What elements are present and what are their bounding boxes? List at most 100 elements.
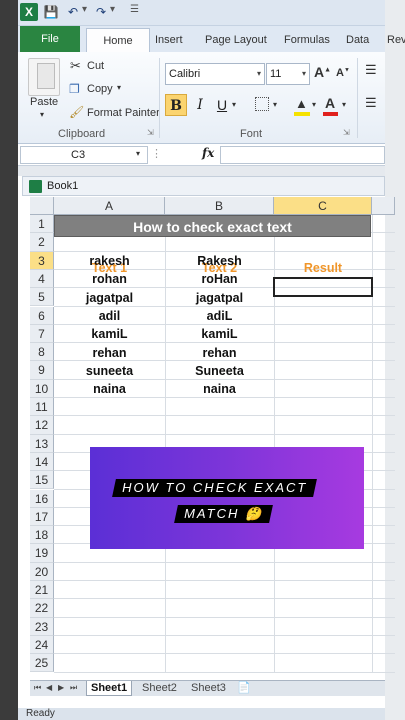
row-header-13[interactable]: 13 xyxy=(30,434,54,453)
row-header-25[interactable]: 25 xyxy=(30,654,54,673)
font-color-dropdown-icon[interactable]: ▾ xyxy=(342,100,346,109)
borders-icon[interactable] xyxy=(255,97,269,111)
row-header-5[interactable]: 5 xyxy=(30,288,54,307)
row-header-23[interactable]: 23 xyxy=(30,617,54,636)
row-header-14[interactable]: 14 xyxy=(30,452,54,472)
row-header-22[interactable]: 22 xyxy=(30,599,54,618)
undo-dropdown-icon[interactable]: ▾ xyxy=(82,4,87,15)
data-cell-b7[interactable]: kamiL xyxy=(165,325,274,343)
fill-color-dropdown-icon[interactable]: ▾ xyxy=(312,100,316,109)
formula-input[interactable] xyxy=(220,146,385,164)
name-box[interactable]: C3 xyxy=(20,146,148,164)
next-sheet-icon[interactable]: ▶ xyxy=(58,683,64,692)
redo-icon[interactable]: ↷ xyxy=(92,3,110,21)
fill-color-icon[interactable]: ▲ xyxy=(295,96,308,111)
data-cell-a6[interactable]: adil xyxy=(54,307,165,325)
row-header-10[interactable]: 10 xyxy=(30,379,54,398)
data-cell-b6[interactable]: adiL xyxy=(165,307,274,325)
borders-dropdown-icon[interactable]: ▾ xyxy=(273,100,277,109)
row-header-18[interactable]: 18 xyxy=(30,526,54,545)
row-header-3[interactable]: 3 xyxy=(30,251,54,270)
grow-font-icon[interactable]: A▲ xyxy=(314,64,331,80)
row-header-11[interactable]: 11 xyxy=(30,398,54,417)
font-launcher-icon[interactable]: ⇲ xyxy=(343,128,350,137)
sheet-tab-3[interactable]: Sheet3 xyxy=(187,681,230,696)
paste-dropdown-icon[interactable]: ▾ xyxy=(40,110,44,119)
data-cell-b3[interactable]: Rakesh xyxy=(165,252,274,270)
redo-dropdown-icon[interactable]: ▾ xyxy=(110,4,115,15)
italic-button[interactable]: I xyxy=(192,94,208,116)
paste-icon[interactable] xyxy=(28,58,60,96)
first-sheet-icon[interactable]: ⏮ xyxy=(34,683,41,693)
row-header-4[interactable]: 4 xyxy=(30,269,54,289)
sheet-tab-2[interactable]: Sheet2 xyxy=(138,681,181,696)
header-result[interactable]: Result xyxy=(274,259,372,277)
tab-formulas[interactable]: Formulas xyxy=(284,28,330,52)
row-header-2[interactable]: 2 xyxy=(30,233,54,252)
paste-button[interactable]: Paste xyxy=(30,96,58,108)
row-header-15[interactable]: 15 xyxy=(30,471,54,490)
data-cell-a3[interactable]: rakesh xyxy=(54,252,165,270)
row-header-21[interactable]: 21 xyxy=(30,581,54,600)
column-header-b[interactable]: B xyxy=(165,197,274,215)
column-header-d[interactable] xyxy=(372,197,395,215)
data-cell-a7[interactable]: kamiL xyxy=(54,325,165,343)
row-header-9[interactable]: 9 xyxy=(30,361,54,380)
data-cell-a8[interactable]: rehan xyxy=(54,344,165,362)
tab-file[interactable]: File xyxy=(20,26,80,52)
data-cell-a5[interactable]: jagatpal xyxy=(54,289,165,307)
row-header-8[interactable]: 8 xyxy=(30,343,54,362)
row-header-20[interactable]: 20 xyxy=(30,562,54,581)
tab-data[interactable]: Data xyxy=(346,28,369,52)
data-cell-b10[interactable]: naina xyxy=(165,380,274,398)
data-cell-a4[interactable]: rohan xyxy=(54,270,165,288)
row-header-1[interactable]: 1 xyxy=(30,215,54,234)
data-cell-b5[interactable]: jagatpal xyxy=(165,289,274,307)
row-header-12[interactable]: 12 xyxy=(30,416,54,435)
sheet-tab-1[interactable]: Sheet1 xyxy=(86,681,133,696)
save-icon[interactable]: 💾 xyxy=(42,3,60,21)
row-header-16[interactable]: 16 xyxy=(30,489,54,508)
customize-qat-icon[interactable]: ☰ xyxy=(130,4,139,15)
name-box-dropdown-icon[interactable]: ▾ xyxy=(136,149,140,158)
insert-sheet-icon[interactable]: 📄 xyxy=(237,681,251,694)
column-header-c[interactable]: C xyxy=(274,197,372,215)
cells-area[interactable]: How to check exact text Text 1 Text 2 Re… xyxy=(54,215,395,673)
active-cell-c3[interactable] xyxy=(273,277,373,297)
underline-dropdown-icon[interactable]: ▾ xyxy=(232,100,236,109)
title-cell[interactable]: How to check exact text xyxy=(54,215,371,237)
font-size-select[interactable]: 11 ▾ xyxy=(266,63,310,85)
format-painter-button[interactable]: Format Painter xyxy=(87,107,160,119)
underline-button[interactable]: U xyxy=(214,94,230,116)
tab-page-layout[interactable]: Page Layout xyxy=(205,28,267,52)
prev-sheet-icon[interactable]: ◀ xyxy=(46,683,52,692)
cut-button[interactable]: Cut xyxy=(87,60,104,72)
select-all-corner[interactable] xyxy=(30,197,54,215)
font-name-select[interactable]: Calibri ▾ xyxy=(165,63,265,85)
bold-button[interactable]: B xyxy=(165,94,187,116)
insert-function-icon[interactable]: fx xyxy=(202,146,214,160)
align-left-icon[interactable]: ☰ xyxy=(365,95,377,111)
copy-button[interactable]: Copy xyxy=(87,83,113,95)
row-header-17[interactable]: 17 xyxy=(30,507,54,527)
clipboard-launcher-icon[interactable]: ⇲ xyxy=(147,128,154,137)
tab-insert[interactable]: Insert xyxy=(155,28,183,52)
data-cell-b4[interactable]: roHan xyxy=(165,270,274,288)
row-header-19[interactable]: 19 xyxy=(30,544,54,563)
tab-review[interactable]: Rev xyxy=(387,28,405,52)
row-header-6[interactable]: 6 xyxy=(30,306,54,325)
formula-bar-handle-icon[interactable]: ⋮ xyxy=(151,147,162,160)
data-cell-a10[interactable]: naina xyxy=(54,380,165,398)
shrink-font-icon[interactable]: A▼ xyxy=(336,67,350,79)
last-sheet-icon[interactable]: ⏭ xyxy=(70,683,77,693)
row-header-7[interactable]: 7 xyxy=(30,324,54,344)
font-color-icon[interactable]: A xyxy=(325,95,335,111)
data-cell-b9[interactable]: Suneeta xyxy=(165,362,274,380)
data-cell-b8[interactable]: rehan xyxy=(165,344,274,362)
row-header-24[interactable]: 24 xyxy=(30,635,54,655)
copy-dropdown-icon[interactable]: ▾ xyxy=(117,83,121,92)
undo-icon[interactable]: ↶ xyxy=(64,3,82,21)
data-cell-a9[interactable]: suneeta xyxy=(54,362,165,380)
tab-home[interactable]: Home xyxy=(86,28,150,52)
align-top-icon[interactable]: ☰ xyxy=(365,62,377,78)
